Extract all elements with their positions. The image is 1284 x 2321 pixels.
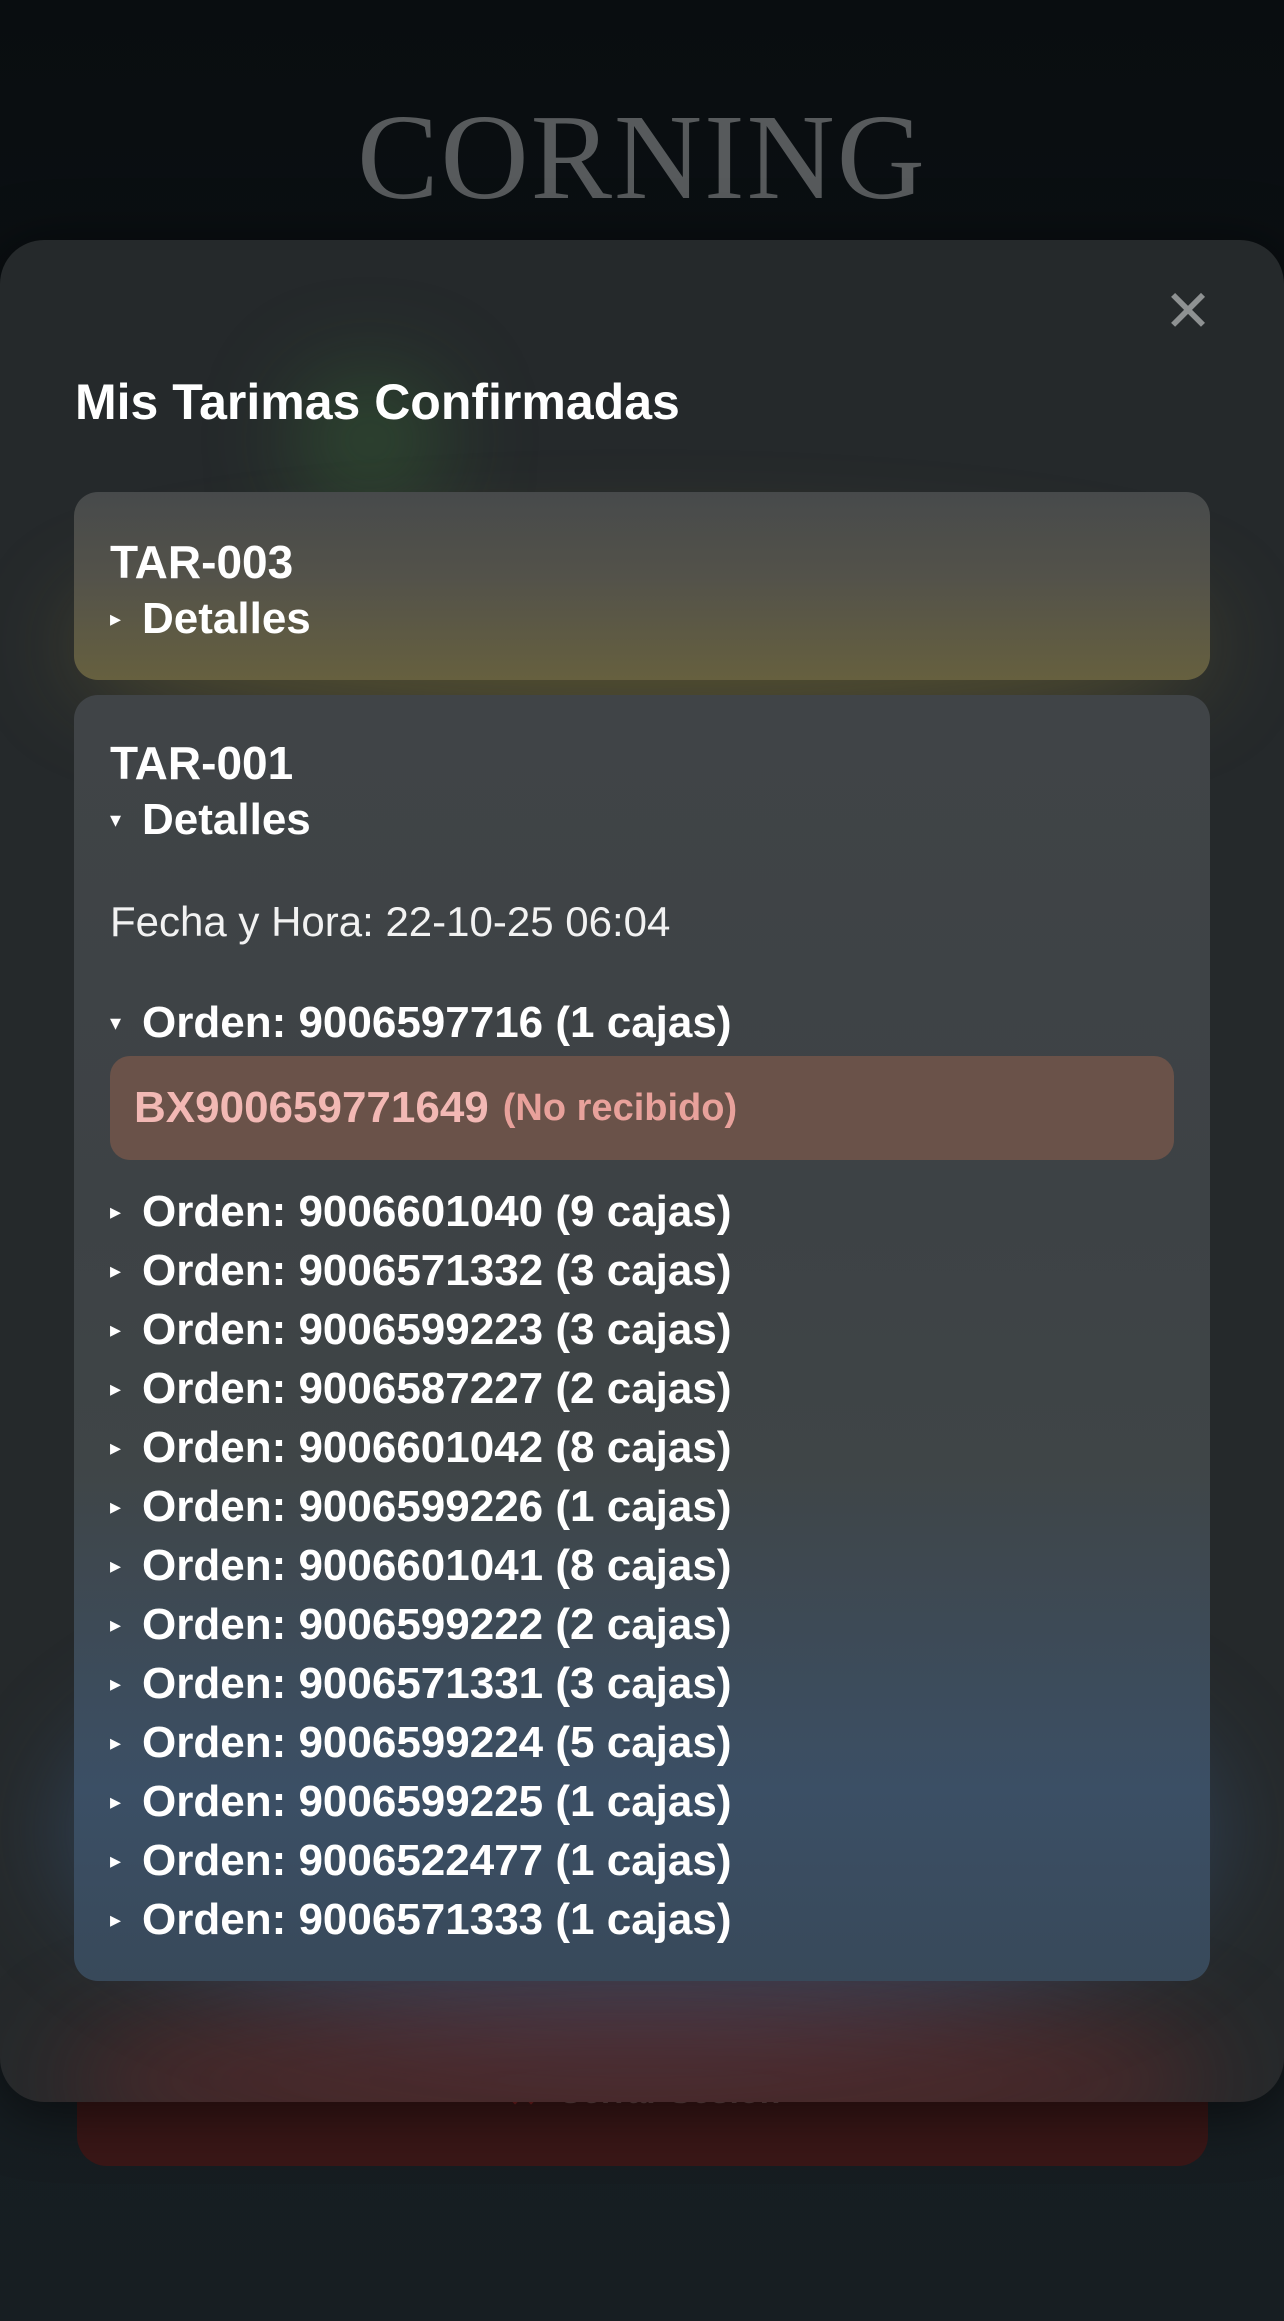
order-toggle[interactable]: ▸ Orden: 9006571333 (1 cajas) (110, 1890, 1174, 1949)
triangle-right-icon: ▸ (110, 1376, 122, 1401)
order-label: Orden: 9006571331 (3 cajas) (142, 1659, 732, 1708)
details-toggle[interactable]: ▸ Detalles (110, 590, 1174, 648)
triangle-right-icon: ▸ (110, 1435, 122, 1460)
triangle-down-icon: ▾ (110, 807, 122, 832)
triangle-right-icon: ▸ (110, 606, 122, 631)
pallet-card-tar-001: TAR-001 ▾ Detalles Fecha y Hora: 22-10-2… (74, 695, 1210, 1981)
order-label: Orden: 9006599225 (1 cajas) (142, 1777, 732, 1826)
order-toggle[interactable]: ▸ Orden: 9006571331 (3 cajas) (110, 1654, 1174, 1713)
order-toggle[interactable]: ▸ Orden: 9006599223 (3 cajas) (110, 1300, 1174, 1359)
order-toggle[interactable]: ▸ Orden: 9006599225 (1 cajas) (110, 1772, 1174, 1831)
order-toggle[interactable]: ▸ Orden: 9006599226 (1 cajas) (110, 1477, 1174, 1536)
order-toggle[interactable]: ▾ Orden: 9006597716 (1 cajas) (110, 993, 1174, 1052)
triangle-right-icon: ▸ (110, 1258, 122, 1283)
box-status: (No recibido) (502, 1086, 738, 1129)
order-label: Orden: 9006587227 (2 cajas) (142, 1364, 732, 1413)
order-toggle[interactable]: ▸ Orden: 9006522477 (1 cajas) (110, 1831, 1174, 1890)
order-label: Orden: 9006599222 (2 cajas) (142, 1600, 732, 1649)
triangle-right-icon: ▸ (110, 1553, 122, 1578)
triangle-right-icon: ▸ (110, 1730, 122, 1755)
triangle-right-icon: ▸ (110, 1494, 122, 1519)
orders-list: ▾ Orden: 9006597716 (1 cajas) BX90065977… (110, 993, 1174, 1949)
order-toggle[interactable]: ▸ Orden: 9006571332 (3 cajas) (110, 1241, 1174, 1300)
box-item: BX900659771649 (No recibido) (110, 1056, 1174, 1160)
details-label: Detalles (142, 594, 311, 643)
box-code: BX900659771649 (134, 1083, 489, 1132)
order-toggle[interactable]: ▸ Orden: 9006601042 (8 cajas) (110, 1418, 1174, 1477)
order-label: Orden: 9006599223 (3 cajas) (142, 1305, 732, 1354)
details-toggle[interactable]: ▾ Detalles (110, 791, 1174, 849)
date-time: Fecha y Hora: 22-10-25 06:04 (110, 898, 671, 945)
confirmed-pallets-modal: ✕ Mis Tarimas Confirmadas TAR-003 ▸ Deta… (0, 240, 1284, 2102)
pallet-id: TAR-001 (110, 737, 294, 789)
close-icon[interactable]: ✕ (1158, 282, 1218, 342)
order-toggle[interactable]: ▸ Orden: 9006599222 (2 cajas) (110, 1595, 1174, 1654)
order-toggle[interactable]: ▸ Orden: 9006599224 (5 cajas) (110, 1713, 1174, 1772)
order-label: Orden: 9006597716 (1 cajas) (142, 998, 732, 1047)
modal-title: Mis Tarimas Confirmadas (75, 374, 680, 430)
order-label: Orden: 9006571332 (3 cajas) (142, 1246, 732, 1295)
order-label: Orden: 9006599226 (1 cajas) (142, 1482, 732, 1531)
pallet-id: TAR-003 (110, 536, 294, 588)
order-label: Orden: 9006522477 (1 cajas) (142, 1836, 732, 1885)
triangle-down-icon: ▾ (110, 1010, 122, 1035)
order-label: Orden: 9006601042 (8 cajas) (142, 1423, 732, 1472)
order-label: Orden: 9006599224 (5 cajas) (142, 1718, 732, 1767)
order-toggle[interactable]: ▸ Orden: 9006601041 (8 cajas) (110, 1536, 1174, 1595)
triangle-right-icon: ▸ (110, 1199, 122, 1224)
order-label: Orden: 9006571333 (1 cajas) (142, 1895, 732, 1944)
triangle-right-icon: ▸ (110, 1789, 122, 1814)
triangle-right-icon: ▸ (110, 1317, 122, 1342)
order-toggle[interactable]: ▸ Orden: 9006587227 (2 cajas) (110, 1359, 1174, 1418)
triangle-right-icon: ▸ (110, 1848, 122, 1873)
corning-logo: CORNING (357, 90, 927, 225)
triangle-right-icon: ▸ (110, 1907, 122, 1932)
order-label: Orden: 9006601041 (8 cajas) (142, 1541, 732, 1590)
triangle-right-icon: ▸ (110, 1671, 122, 1696)
triangle-right-icon: ▸ (110, 1612, 122, 1637)
order-label: Orden: 9006601040 (9 cajas) (142, 1187, 732, 1236)
pallet-card-tar-003: TAR-003 ▸ Detalles (74, 492, 1210, 680)
details-label: Detalles (142, 795, 311, 844)
order-toggle[interactable]: ▸ Orden: 9006601040 (9 cajas) (110, 1182, 1174, 1241)
